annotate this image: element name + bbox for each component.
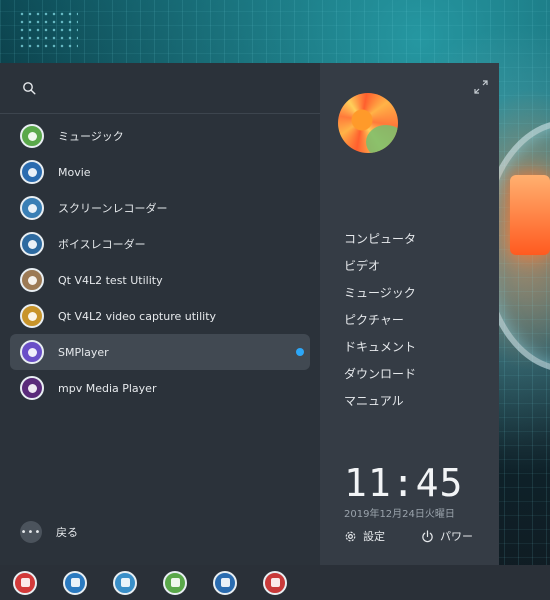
smplayer-icon [20,340,44,364]
screen-recorder-icon [20,196,44,220]
back-row[interactable]: ••• 戻る [20,521,78,543]
app-item-label: Qt V4L2 video capture utility [58,309,217,323]
clock-time: 11:45 [344,461,464,505]
music-icon[interactable] [163,570,187,595]
file-manager-icon[interactable] [113,570,137,595]
gear-icon [345,531,356,541]
app-item-label: スクリーンレコーダー [58,202,168,215]
launcher-rocket-icon[interactable] [13,570,37,595]
file-manager-glyph [120,578,130,587]
voice-recorder-icon [20,232,44,256]
app-item-label: Movie [58,165,91,179]
user-avatar[interactable] [338,93,398,153]
session-actions: 設定 パワー [344,528,473,544]
launcher-right-panel: コンピュータ ビデオ ミュージック ピクチャー ドキュメント ダウンロード マニ… [320,63,499,565]
video-capture-glyph [27,311,37,321]
app-item[interactable]: Qt V4L2 test Utility [10,262,310,298]
app-list: ミュージック Movie スクリーンレコーダー ボイスレコーダー Qt V4L2 tes… [10,118,310,406]
wallpaper-dots [18,10,78,50]
app-item[interactable]: ミュージック [10,118,310,154]
app-item-label: ボイスレコーダー [58,238,146,251]
music-glyph [170,578,180,587]
app-launcher: ミュージック Movie スクリーンレコーダー ボイスレコーダー Qt V4L2 tes… [0,63,499,565]
app-item[interactable]: ボイスレコーダー [10,226,310,262]
app-item-label: ミュージック [58,130,124,143]
settings-button[interactable]: 設定 [344,528,385,544]
multitasking-view-glyph [70,578,80,587]
search-bar[interactable] [0,63,320,114]
place-music[interactable]: ミュージック [344,285,416,312]
taskbar [0,565,550,600]
place-downloads[interactable]: ダウンロード [344,366,416,393]
back-label[interactable]: 戻る [56,524,78,540]
place-pictures[interactable]: ピクチャー [344,312,416,339]
new-app-indicator [296,348,304,356]
multitasking-view-icon[interactable] [63,570,87,595]
movie-icon[interactable] [213,570,237,595]
screen-recorder-glyph [270,578,280,587]
mpv-glyph [27,383,37,393]
place-manual[interactable]: マニュアル [344,393,416,420]
search-icon[interactable] [22,81,36,95]
power-button[interactable]: パワー [421,528,473,544]
screen-recorder-icon[interactable] [263,570,287,595]
power-label: パワー [440,530,473,543]
app-item[interactable]: スクリーンレコーダー [10,190,310,226]
app-item-label: Qt V4L2 test Utility [58,273,163,287]
launcher-left-panel: ミュージック Movie スクリーンレコーダー ボイスレコーダー Qt V4L2 tes… [0,63,320,565]
app-item-label: mpv Media Player [58,381,157,395]
voice-recorder-glyph [27,239,37,249]
movie-icon [20,160,44,184]
place-computer[interactable]: コンピュータ [344,231,416,258]
places-list: コンピュータ ビデオ ミュージック ピクチャー ドキュメント ダウンロード マニ… [344,231,416,420]
music-glyph [27,131,37,141]
app-item[interactable]: SMPlayer [10,334,310,370]
smplayer-glyph [27,347,37,357]
clock-date: 2019年12月24日火曜日 [344,509,455,520]
more-icon[interactable]: ••• [20,521,42,543]
settings-label: 設定 [363,530,385,543]
power-icon [422,529,433,542]
app-item[interactable]: Qt V4L2 video capture utility [10,298,310,334]
qt-v4l2-icon [20,268,44,292]
movie-glyph [220,578,230,587]
screen-recorder-glyph [27,203,37,213]
wallpaper-core [510,175,550,255]
place-documents[interactable]: ドキュメント [344,339,416,366]
mpv-icon [20,376,44,400]
movie-glyph [27,167,37,177]
place-videos[interactable]: ビデオ [344,258,416,285]
video-capture-icon [20,304,44,328]
launcher-rocket-glyph [20,578,30,587]
app-item[interactable]: Movie [10,154,310,190]
app-item[interactable]: mpv Media Player [10,370,310,406]
expand-fullscreen-icon[interactable] [473,79,489,95]
app-item-label: SMPlayer [58,345,109,359]
music-icon [20,124,44,148]
qt-v4l2-glyph [27,275,37,285]
